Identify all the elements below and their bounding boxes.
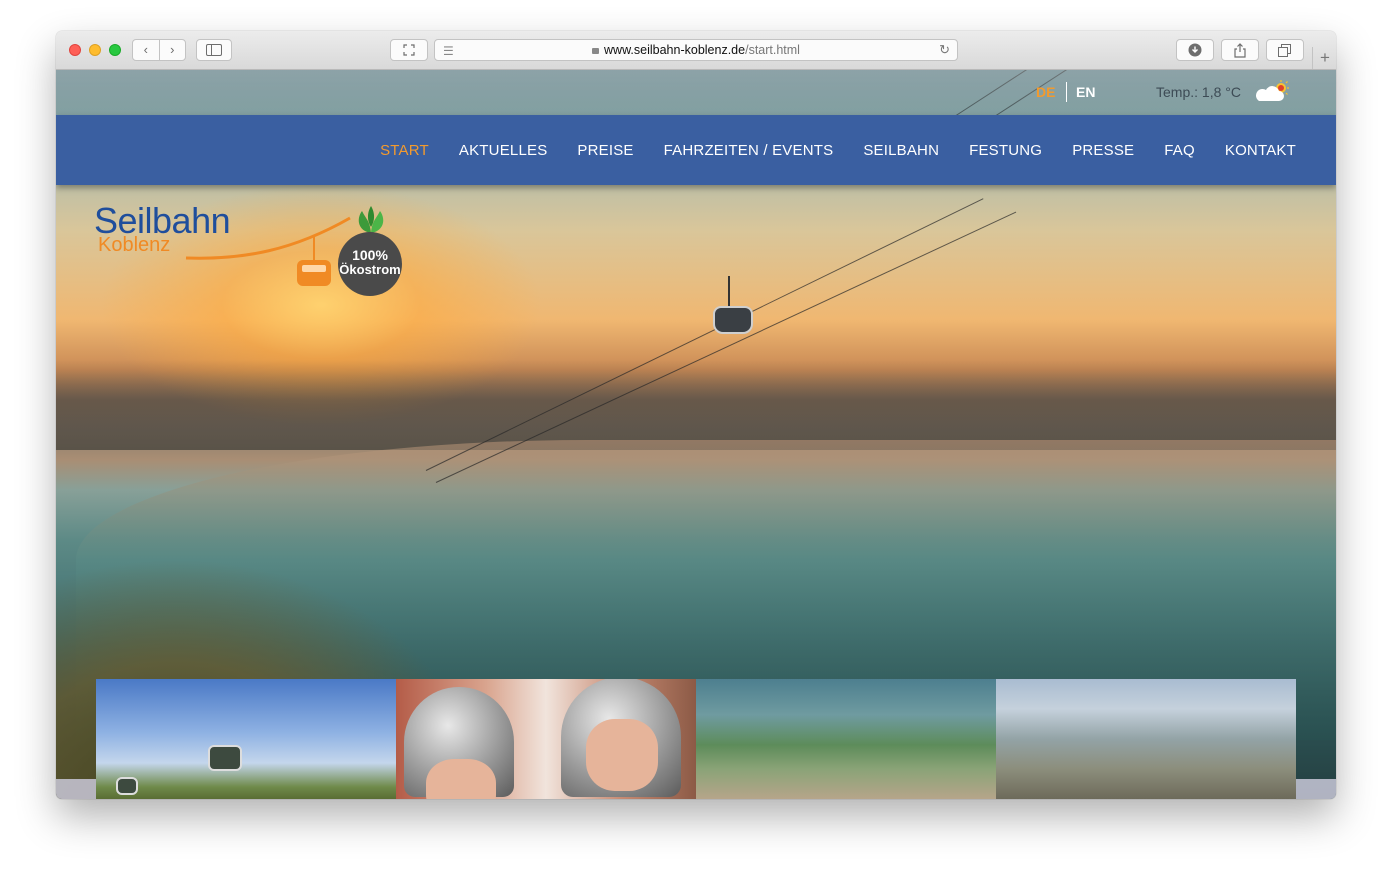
teaser-tile-seilbahn[interactable] — [96, 679, 396, 799]
browser-window: ‹ › ☰ www.seilbahn-koblenz.de/start.html… — [56, 31, 1336, 799]
teaser-tile-stadt[interactable] — [996, 679, 1296, 799]
nav-item-start[interactable]: START — [380, 142, 429, 159]
tabs-icon — [1278, 43, 1291, 57]
url-text: www.seilbahn-koblenz.de/start.html — [435, 43, 957, 57]
web-page: DE EN Temp.: 1,8 °C START AKTUELLES PREI… — [56, 70, 1336, 799]
main-navigation: START AKTUELLES PREISE FAHRZEITEN / EVEN… — [56, 115, 1336, 185]
hero-hills — [56, 360, 1336, 450]
sidebar-icon — [206, 44, 222, 56]
nav-item-seilbahn[interactable]: SEILBAHN — [863, 142, 939, 159]
nav-item-kontakt[interactable]: KONTAKT — [1225, 142, 1296, 159]
zoom-window-button[interactable] — [109, 44, 121, 56]
oekostrom-badge: 100% Ökostrom — [338, 232, 402, 296]
close-window-button[interactable] — [69, 44, 81, 56]
partly-cloudy-icon — [1255, 80, 1289, 101]
address-bar[interactable]: ☰ www.seilbahn-koblenz.de/start.html ↻ — [434, 39, 958, 61]
teaser-tile-kids[interactable] — [396, 679, 696, 799]
history-nav-group: ‹ › — [132, 39, 186, 61]
share-button[interactable] — [1221, 39, 1259, 61]
teaser-tiles — [96, 679, 1296, 799]
minimize-window-button[interactable] — [89, 44, 101, 56]
cable-line — [119, 679, 272, 743]
nav-item-fahrzeiten-events[interactable]: FAHRZEITEN / EVENTS — [664, 142, 834, 159]
tab-overview-button[interactable] — [1266, 39, 1304, 61]
language-en-link[interactable]: EN — [1076, 84, 1095, 100]
reload-icon[interactable]: ↻ — [939, 42, 950, 58]
new-tab-icon[interactable]: + — [1312, 47, 1336, 69]
back-icon[interactable]: ‹ — [133, 40, 159, 60]
url-host: www.seilbahn-koblenz.de — [604, 43, 746, 57]
browser-toolbar: ‹ › ☰ www.seilbahn-koblenz.de/start.html… — [56, 31, 1336, 70]
url-path: /start.html — [745, 43, 800, 57]
downloads-button[interactable] — [1176, 39, 1214, 61]
nav-item-aktuelles[interactable]: AKTUELLES — [459, 142, 548, 159]
fullscreen-button[interactable] — [390, 39, 428, 61]
tile-gondola — [208, 745, 242, 771]
nav-item-faq[interactable]: FAQ — [1164, 142, 1195, 159]
temperature-text: Temp.: 1,8 °C — [1156, 84, 1241, 100]
cable-line — [117, 679, 255, 737]
language-divider — [1066, 82, 1067, 102]
gondola-arm — [728, 276, 730, 308]
logo-line2: Koblenz — [98, 234, 171, 256]
share-icon — [1234, 42, 1246, 58]
gondola-logo-icon — [185, 216, 351, 286]
nav-item-presse[interactable]: PRESSE — [1072, 142, 1134, 159]
top-info-bar: DE EN Temp.: 1,8 °C — [56, 70, 1336, 115]
gondola-cabin — [713, 306, 753, 334]
tile-gondola — [116, 777, 138, 795]
download-icon — [1188, 43, 1202, 57]
sidebar-button[interactable] — [196, 39, 232, 61]
fullscreen-icon — [403, 44, 415, 56]
teaser-tile-festung[interactable] — [696, 679, 996, 799]
badge-line2: Ökostrom — [339, 262, 401, 277]
lock-icon — [592, 48, 600, 54]
badge-line1: 100% — [352, 247, 388, 263]
leaf-icon — [358, 206, 384, 233]
language-de-link[interactable]: DE — [1036, 84, 1055, 100]
nav-list: START AKTUELLES PREISE FAHRZEITEN / EVEN… — [380, 115, 1296, 185]
face-image — [426, 759, 496, 799]
face-image — [586, 719, 658, 791]
site-logo[interactable]: Seilbahn Koblenz — [94, 200, 351, 295]
nav-item-preise[interactable]: PREISE — [577, 142, 633, 159]
forward-icon[interactable]: › — [158, 40, 186, 60]
nav-item-festung[interactable]: FESTUNG — [969, 142, 1042, 159]
